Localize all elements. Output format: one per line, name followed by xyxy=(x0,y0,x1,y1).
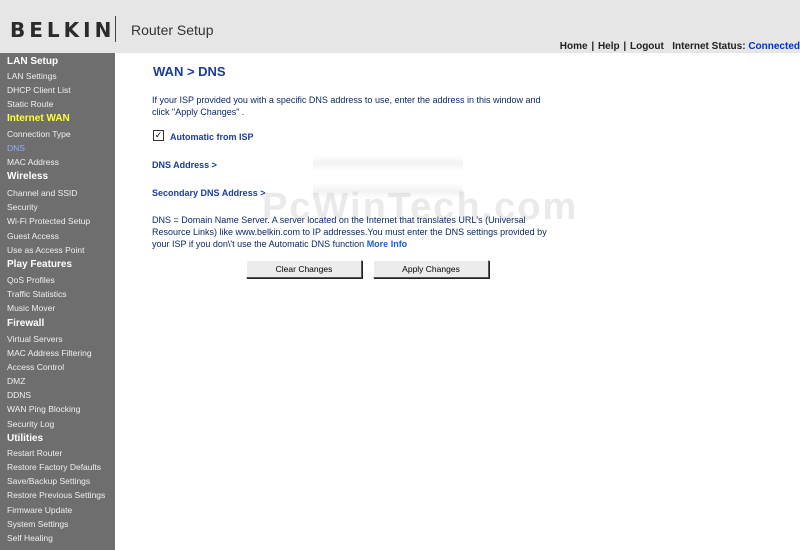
sidebar-item-use-as-access-point[interactable]: Use as Access Point xyxy=(7,245,84,255)
sidebar-item-virtual-servers[interactable]: Virtual Servers xyxy=(7,334,63,344)
internet-status-value: Connected xyxy=(748,41,800,52)
sidebar-item-restore-factory-defaults[interactable]: Restore Factory Defaults xyxy=(7,462,101,472)
sidebar-item-connection-type[interactable]: Connection Type xyxy=(7,129,71,139)
description-line-3: your ISP if you don\'t use the Automatic… xyxy=(152,238,407,250)
page-title: WAN > DNS xyxy=(153,64,226,79)
sidebar: LAN Setup LAN Settings DHCP Client List … xyxy=(0,53,115,550)
home-link[interactable]: Home xyxy=(560,41,588,52)
sidebar-item-guest-access[interactable]: Guest Access xyxy=(7,231,59,241)
sidebar-item-ddns[interactable]: DDNS xyxy=(7,390,31,400)
sidebar-item-firmware-update[interactable]: Firmware Update xyxy=(7,505,72,515)
help-link[interactable]: Help xyxy=(598,41,620,52)
secondary-dns-address-label: Secondary DNS Address > xyxy=(152,188,266,198)
app-title: Router Setup xyxy=(131,22,214,38)
more-info-link[interactable]: More Info xyxy=(367,239,408,249)
sidebar-item-mac-address[interactable]: MAC Address xyxy=(7,157,59,167)
belkin-logo: BELKIN xyxy=(10,18,116,42)
dns-address-label: DNS Address > xyxy=(152,160,217,170)
sidebar-section-play-features[interactable]: Play Features xyxy=(7,259,72,270)
logo-divider xyxy=(115,16,116,42)
automatic-from-isp-checkbox[interactable]: ✓ xyxy=(153,130,164,141)
sidebar-item-dns[interactable]: DNS xyxy=(7,143,25,153)
dns-address-field[interactable] xyxy=(313,155,463,171)
automatic-from-isp-label: Automatic from ISP xyxy=(170,132,254,142)
sidebar-section-firewall[interactable]: Firewall xyxy=(7,318,44,329)
sidebar-item-qos-profiles[interactable]: QoS Profiles xyxy=(7,275,55,285)
sidebar-item-system-settings[interactable]: System Settings xyxy=(7,519,68,529)
sidebar-item-dmz[interactable]: DMZ xyxy=(7,376,25,386)
sidebar-item-static-route[interactable]: Static Route xyxy=(7,99,53,109)
sidebar-item-save-backup-settings[interactable]: Save/Backup Settings xyxy=(7,476,90,486)
description-line-2: Resource Links) like www.belkin.com to I… xyxy=(152,227,547,237)
sidebar-item-security[interactable]: Security xyxy=(7,202,38,212)
clear-changes-button[interactable]: Clear Changes xyxy=(246,260,362,278)
top-links: Home | Help | Logout Internet Status: Co… xyxy=(559,41,800,52)
sidebar-item-lan-settings[interactable]: LAN Settings xyxy=(7,71,57,81)
sidebar-item-channel-and-ssid[interactable]: Channel and SSID xyxy=(7,188,77,198)
sidebar-section-wireless[interactable]: Wireless xyxy=(7,171,48,182)
sidebar-item-mac-address-filtering[interactable]: MAC Address Filtering xyxy=(7,348,92,358)
sidebar-item-restart-router[interactable]: Restart Router xyxy=(7,448,62,458)
sidebar-section-utilities[interactable]: Utilities xyxy=(7,433,43,444)
description-line-3-text: your ISP if you don\'t use the Automatic… xyxy=(152,239,365,249)
logout-link[interactable]: Logout xyxy=(630,41,664,52)
sidebar-item-security-log[interactable]: Security Log xyxy=(7,419,54,429)
sidebar-item-wan-ping-blocking[interactable]: WAN Ping Blocking xyxy=(7,404,80,414)
sidebar-item-restore-previous-settings[interactable]: Restore Previous Settings xyxy=(7,490,105,500)
sidebar-section-lan-setup[interactable]: LAN Setup xyxy=(7,56,58,67)
sidebar-item-self-healing[interactable]: Self Healing xyxy=(7,533,53,543)
description-line-1: DNS = Domain Name Server. A server locat… xyxy=(152,215,526,225)
header: BELKIN Router Setup Home | Help | Logout… xyxy=(0,0,800,53)
sidebar-item-music-mover[interactable]: Music Mover xyxy=(7,303,55,313)
apply-changes-button[interactable]: Apply Changes xyxy=(373,260,489,278)
internet-status-label: Internet Status: xyxy=(672,41,746,52)
intro-text-line-2: click "Apply Changes" . xyxy=(152,107,245,117)
intro-text-line-1: If your ISP provided you with a specific… xyxy=(152,95,541,105)
sidebar-section-internet-wan[interactable]: Internet WAN xyxy=(7,113,70,124)
sidebar-item-traffic-statistics[interactable]: Traffic Statistics xyxy=(7,289,67,299)
sidebar-item-wifi-protected-setup[interactable]: Wi-Fi Protected Setup xyxy=(7,216,90,226)
sidebar-item-access-control[interactable]: Access Control xyxy=(7,362,64,372)
sidebar-item-dhcp-client-list[interactable]: DHCP Client List xyxy=(7,85,71,95)
